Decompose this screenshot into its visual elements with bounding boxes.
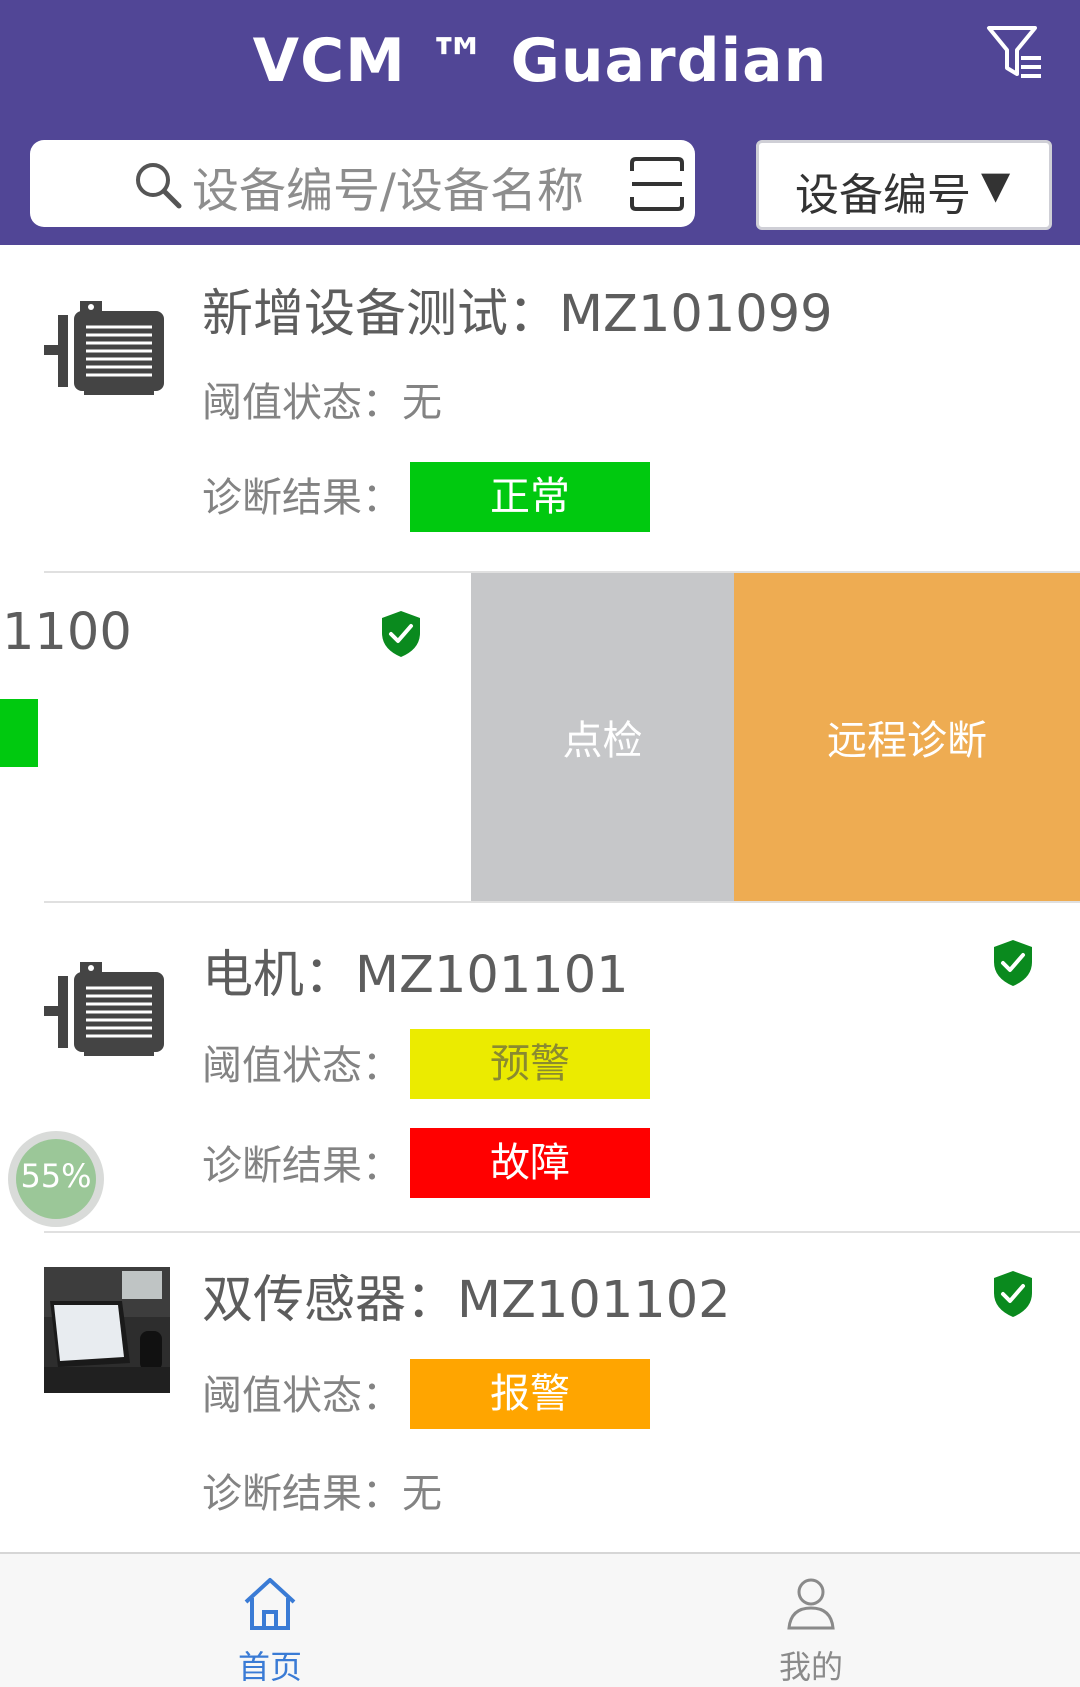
- shield-check-icon: [992, 1269, 1034, 1319]
- search-placeholder: 设备编号/设备名称: [192, 164, 584, 219]
- nav-mine[interactable]: 我的: [731, 1554, 891, 1687]
- status-bar-fragment: [0, 699, 38, 767]
- scan-icon[interactable]: [628, 155, 686, 213]
- inspect-button[interactable]: 点检: [471, 573, 734, 901]
- threshold-badge: 预警: [410, 1029, 650, 1099]
- device-title: 新增设备测试：MZ101099: [202, 285, 833, 344]
- filter-icon[interactable]: [985, 24, 1045, 82]
- nav-home[interactable]: 首页: [190, 1554, 350, 1687]
- motor-icon: [44, 948, 170, 1074]
- diagnosis-label: 诊断结果：: [202, 1143, 402, 1189]
- diagnosis-badge: 故障: [410, 1128, 650, 1198]
- motor-icon: [44, 287, 170, 413]
- threshold-status-label: 阈值状态：: [202, 1373, 402, 1419]
- device-title: 电机：MZ101101: [202, 946, 629, 1005]
- search-type-label: 设备编号: [795, 170, 971, 221]
- threshold-badge: 报警: [410, 1359, 650, 1429]
- device-item-mz101099[interactable]: 新增设备测试：MZ101099 阈值状态：无 诊断结果： 正常: [0, 245, 1080, 571]
- app-title: VCM ™ Guardian: [252, 26, 828, 96]
- device-photo: [44, 1267, 170, 1393]
- threshold-status-label: 阈值状态：: [202, 1043, 402, 1089]
- device-title-fragment: 1100: [2, 603, 132, 662]
- nav-home-label: 首页: [237, 1648, 302, 1686]
- search-type-select[interactable]: 设备编号 ▼: [756, 140, 1052, 230]
- search-icon: [133, 160, 183, 210]
- threshold-status-label: 阈值状态：无: [202, 380, 442, 426]
- shield-check-icon: [992, 938, 1034, 988]
- device-item-mz101102[interactable]: 双传感器：MZ101102 阈值状态： 报警 诊断结果：无: [0, 1233, 1080, 1550]
- home-icon: [240, 1574, 300, 1634]
- bottom-nav: 首页 我的: [0, 1552, 1080, 1687]
- remote-diagnosis-button[interactable]: 远程诊断: [734, 573, 1080, 901]
- progress-bubble[interactable]: 55%: [8, 1131, 104, 1227]
- search-input[interactable]: 设备编号/设备名称: [30, 140, 695, 227]
- app-header: VCM ™ Guardian 设备编号/设备名称 设备编号 ▼: [0, 0, 1080, 245]
- device-item-mz101101[interactable]: 电机：MZ101101 阈值状态： 预警 诊断结果： 故障: [0, 903, 1080, 1231]
- diagnosis-label: 诊断结果：无: [202, 1471, 442, 1517]
- dropdown-arrow-icon: ▼: [981, 163, 1011, 207]
- nav-mine-label: 我的: [778, 1648, 843, 1686]
- progress-text: 55%: [20, 1157, 92, 1195]
- diagnosis-badge: 正常: [410, 462, 650, 532]
- shield-check-icon: [380, 609, 422, 659]
- diagnosis-label: 诊断结果：: [202, 475, 402, 521]
- device-item-swiped[interactable]: 1100 点检 远程诊断: [0, 573, 1080, 901]
- user-icon: [781, 1574, 841, 1634]
- device-title: 双传感器：MZ101102: [202, 1271, 731, 1330]
